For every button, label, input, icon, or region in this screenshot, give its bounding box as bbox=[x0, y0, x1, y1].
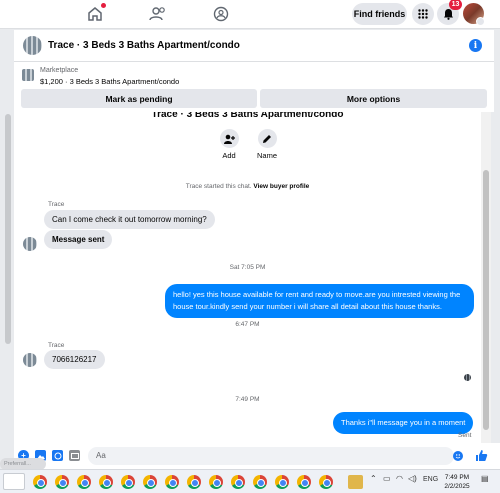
wifi-icon[interactable]: ◠ bbox=[396, 474, 403, 483]
home-icon[interactable] bbox=[84, 3, 106, 25]
sender-avatar[interactable] bbox=[23, 353, 37, 367]
chrome-icon[interactable] bbox=[253, 475, 267, 489]
notification-badge: 13 bbox=[449, 0, 462, 10]
emoji-icon[interactable] bbox=[453, 451, 463, 461]
notification-center-icon[interactable]: ▤ bbox=[481, 474, 489, 483]
marketplace-panel: Marketplace $1,200 · 3 Beds 3 Baths Apar… bbox=[14, 62, 494, 112]
timestamp: 7:49 PM bbox=[235, 396, 260, 403]
message-input[interactable]: Aa bbox=[88, 447, 454, 465]
listing-thumbnail[interactable] bbox=[23, 36, 42, 55]
windows-taskbar: ⌃ ▭ ◠ ◁) ENG 7:49 PM 2/2/2025 ▤ bbox=[0, 469, 500, 493]
add-person-icon[interactable] bbox=[219, 129, 239, 148]
info-icon[interactable]: i bbox=[469, 39, 482, 52]
volume-icon[interactable]: ◁) bbox=[408, 474, 417, 483]
home-notification-dot bbox=[101, 3, 106, 8]
chrome-icon[interactable] bbox=[231, 475, 245, 489]
chrome-icon[interactable] bbox=[165, 475, 179, 489]
chat-started-line: Trace started this chat. View buyer prof… bbox=[14, 183, 481, 190]
message-outgoing[interactable]: Thanks i"ll message you in a moment bbox=[333, 412, 474, 434]
file-explorer-icon[interactable] bbox=[348, 475, 363, 489]
sticker-icon[interactable] bbox=[52, 450, 63, 461]
add-action[interactable]: Add bbox=[211, 129, 247, 160]
pencil-icon[interactable] bbox=[257, 129, 277, 148]
listing-price[interactable]: $1,200 · 3 Beds 3 Baths Apartment/condo bbox=[40, 77, 179, 86]
left-scroll-strip bbox=[0, 30, 14, 443]
view-buyer-profile-link[interactable]: View buyer profile bbox=[253, 183, 309, 190]
marketplace-label: Marketplace bbox=[40, 67, 79, 74]
more-options-button[interactable]: More options bbox=[260, 89, 487, 108]
sender-name: Trace bbox=[48, 342, 65, 349]
menu-grid-icon[interactable] bbox=[412, 3, 434, 25]
network-icon[interactable]: ▭ bbox=[383, 474, 391, 483]
taskbar-clock[interactable]: 7:49 PM 2/2/2025 bbox=[440, 473, 474, 491]
chat-started-text: Trace started this chat. bbox=[185, 183, 252, 190]
tray-chevron-up-icon[interactable]: ⌃ bbox=[370, 474, 377, 483]
message-outgoing[interactable]: hello! yes this house available for rent… bbox=[165, 284, 474, 318]
mark-as-pending-button[interactable]: Mark as pending bbox=[21, 89, 257, 108]
timestamp: Sat 7:05 PM bbox=[229, 264, 266, 271]
chevron-down-icon[interactable] bbox=[476, 17, 485, 26]
chrome-icon[interactable] bbox=[143, 475, 157, 489]
chrome-icon[interactable] bbox=[33, 475, 47, 489]
add-label: Add bbox=[222, 151, 236, 160]
chrome-icon[interactable] bbox=[209, 475, 223, 489]
message-composer: + Aa bbox=[14, 443, 500, 469]
conversation-scrollbar-thumb[interactable] bbox=[483, 170, 489, 430]
chrome-icon[interactable] bbox=[297, 475, 311, 489]
message-incoming[interactable]: 7066126217 bbox=[44, 350, 105, 369]
marketplace-thumbnail bbox=[22, 69, 34, 81]
chrome-icon[interactable] bbox=[99, 475, 113, 489]
conversation-pane: Trace · 3 Beds 3 Baths Apartment/condo A… bbox=[14, 112, 481, 443]
chrome-icon[interactable] bbox=[187, 475, 201, 489]
name-label: Name bbox=[256, 151, 277, 160]
chrome-icon[interactable] bbox=[77, 475, 91, 489]
conversation-scrollbar[interactable] bbox=[481, 112, 491, 443]
friends-icon[interactable] bbox=[147, 3, 169, 25]
like-icon[interactable] bbox=[475, 448, 488, 462]
sender-name: Trace bbox=[48, 201, 65, 208]
find-friends-button[interactable]: Find friends bbox=[352, 3, 407, 25]
chat-header: Trace · 3 Beds 3 Baths Apartment/condo i bbox=[14, 30, 494, 62]
chrome-icon[interactable] bbox=[319, 475, 333, 489]
language-indicator[interactable]: ENG bbox=[423, 476, 438, 483]
clock-date: 2/2/2025 bbox=[444, 483, 470, 490]
taskbar-search-box[interactable] bbox=[3, 473, 25, 490]
right-edge bbox=[491, 112, 500, 443]
message-incoming[interactable]: Message sent bbox=[44, 230, 113, 249]
sender-avatar[interactable] bbox=[23, 237, 37, 251]
chrome-icon[interactable] bbox=[275, 475, 289, 489]
chrome-icon[interactable] bbox=[121, 475, 135, 489]
conversation-title: Trace · 3 Beds 3 Baths Apartment/condo bbox=[151, 112, 344, 120]
clock-time: 7:49 PM bbox=[444, 474, 470, 481]
gif-icon[interactable] bbox=[69, 450, 80, 461]
message-incoming[interactable]: Can I come check it out tomorrow morning… bbox=[44, 210, 215, 229]
timestamp: 6:47 PM bbox=[235, 321, 260, 328]
top-nav: Find friends 13 bbox=[0, 0, 500, 29]
name-action[interactable]: Name bbox=[249, 129, 285, 160]
chat-title[interactable]: Trace · 3 Beds 3 Baths Apartment/condo bbox=[48, 40, 240, 51]
sent-status: Sent bbox=[458, 432, 472, 439]
chrome-icon[interactable] bbox=[55, 475, 69, 489]
groups-icon[interactable] bbox=[210, 3, 232, 25]
left-scrollbar-thumb[interactable] bbox=[5, 114, 11, 344]
seen-indicator-avatar bbox=[464, 374, 471, 381]
